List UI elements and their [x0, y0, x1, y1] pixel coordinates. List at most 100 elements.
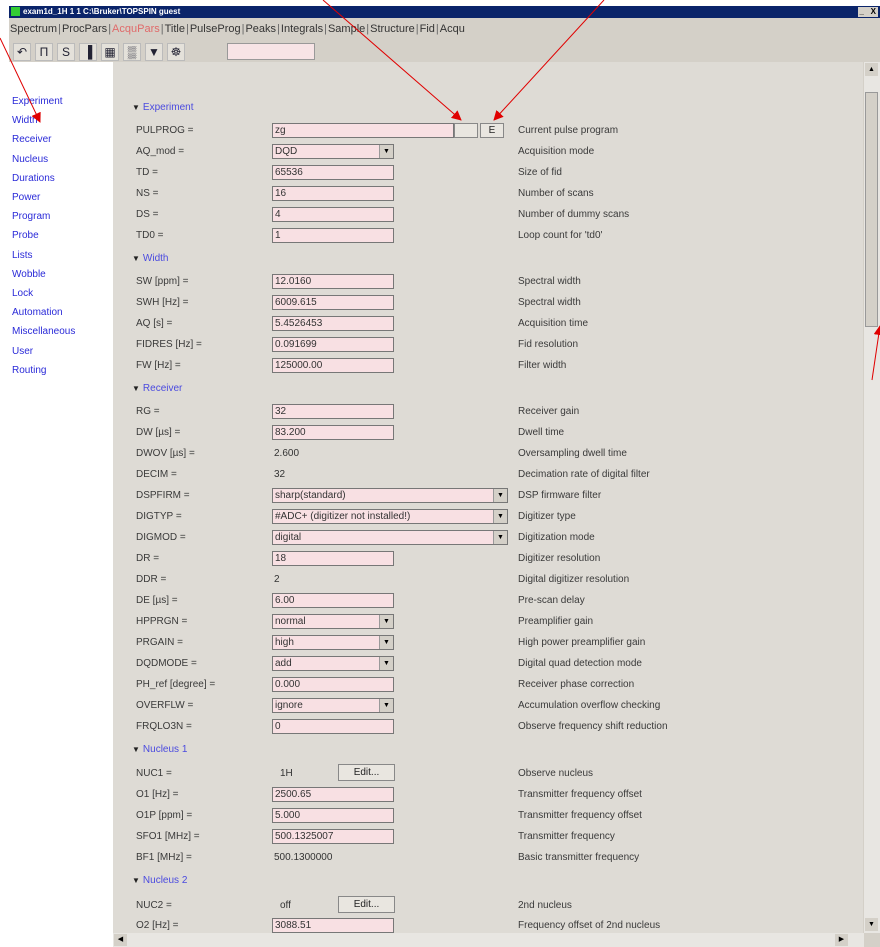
nuc2-value: off [280, 900, 291, 911]
aq-mod-select[interactable]: DQD ▼ [272, 144, 394, 159]
nav-item-routing[interactable]: Routing [12, 365, 46, 376]
probe-icon[interactable]: ▐ [79, 43, 97, 61]
overflw-select[interactable]: ignore ▼ [272, 698, 394, 713]
pulprog-browse-button[interactable] [454, 123, 478, 138]
param-desc-rg: Receiver gain [518, 406, 580, 417]
swh-field[interactable]: 6009.615 [272, 295, 394, 310]
table-icon[interactable]: ▦ [101, 43, 119, 61]
rg-field[interactable]: 32 [272, 404, 394, 419]
pulprog-edit-button[interactable]: E [480, 123, 504, 138]
param-label-dr: DR = [136, 553, 160, 564]
nuc1-edit-button[interactable]: Edit... [338, 764, 395, 781]
prosol-icon[interactable]: ▒ [123, 43, 141, 61]
hpprgn-select[interactable]: normal ▼ [272, 614, 394, 629]
filter-icon[interactable]: ▼ [145, 43, 163, 61]
param-label-hpprgn: HPPRGN = [136, 616, 188, 627]
param-desc-bf1: Basic transmitter frequency [518, 852, 640, 863]
dqdmode-select[interactable]: add ▼ [272, 656, 394, 671]
tab-procpars[interactable]: ProcPars [61, 23, 108, 35]
pulse-icon[interactable]: Π [35, 43, 53, 61]
tab-title[interactable]: Title [164, 23, 186, 35]
nav-item-durations[interactable]: Durations [12, 173, 55, 184]
expand-triangle-icon: ▼ [132, 384, 140, 393]
nav-item-nucleus[interactable]: Nucleus [12, 154, 48, 165]
tab-structure[interactable]: Structure [369, 23, 416, 35]
tab-spectrum[interactable]: Spectrum [9, 23, 58, 35]
section-nucleus-1[interactable]: ▼ Nucleus 1 [132, 744, 187, 755]
scroll-left-icon[interactable]: ◀ [114, 934, 127, 946]
nav-item-receiver[interactable]: Receiver [12, 134, 51, 145]
o2-field[interactable]: 3088.51 [272, 918, 394, 933]
pulprog-field[interactable]: zg [272, 123, 454, 138]
ph-ref-field[interactable]: 0.000 [272, 677, 394, 692]
nav-item-width[interactable]: Width [12, 115, 38, 126]
param-label-overflw: OVERFLW = [136, 700, 194, 711]
dropdown-arrow-icon[interactable]: ▼ [493, 489, 507, 502]
binoculars-icon[interactable]: ☸ [167, 43, 185, 61]
window-controls[interactable]: _ X [857, 7, 878, 17]
scroll-down-icon[interactable]: ▼ [865, 918, 878, 931]
dropdown-arrow-icon[interactable]: ▼ [379, 145, 393, 158]
nav-item-power[interactable]: Power [12, 192, 40, 203]
horizontal-scrollbar[interactable]: ◀ ▶ [113, 933, 864, 947]
dropdown-arrow-icon[interactable]: ▼ [379, 699, 393, 712]
td-field[interactable]: 65536 [272, 165, 394, 180]
dr-field[interactable]: 18 [272, 551, 394, 566]
sfo1-field[interactable]: 500.1325007 [272, 829, 394, 844]
dspfirm-select[interactable]: sharp(standard) ▼ [272, 488, 508, 503]
param-label-digmod: DIGMOD = [136, 532, 186, 543]
param-label-fidres: FIDRES [Hz] = [136, 339, 202, 350]
digtyp-select[interactable]: #ADC+ (digitizer not installed!) ▼ [272, 509, 508, 524]
dropdown-arrow-icon[interactable]: ▼ [379, 615, 393, 628]
de-field[interactable]: 6.00 [272, 593, 394, 608]
tab-integrals[interactable]: Integrals [280, 23, 324, 35]
tab-acqu[interactable]: Acqu [439, 23, 466, 35]
dw-field[interactable]: 83.200 [272, 425, 394, 440]
aq-field[interactable]: 5.4526453 [272, 316, 394, 331]
nav-item-probe[interactable]: Probe [12, 230, 39, 241]
fw-field[interactable]: 125000.00 [272, 358, 394, 373]
section-receiver[interactable]: ▼ Receiver [132, 383, 182, 394]
nav-item-lock[interactable]: Lock [12, 288, 33, 299]
tab-sample[interactable]: Sample [327, 23, 366, 35]
o1-field[interactable]: 2500.65 [272, 787, 394, 802]
sw-field[interactable]: 12.0160 [272, 274, 394, 289]
nav-item-lists[interactable]: Lists [12, 250, 33, 261]
tab-fid[interactable]: Fid [419, 23, 436, 35]
scroll-up-icon[interactable]: ▲ [865, 63, 878, 76]
section-experiment[interactable]: ▼ Experiment [132, 102, 194, 113]
o1p-field[interactable]: 5.000 [272, 808, 394, 823]
nav-item-miscellaneous[interactable]: Miscellaneous [12, 326, 75, 337]
digmod-select[interactable]: digital ▼ [272, 530, 508, 545]
undo-icon[interactable]: ↶ [13, 43, 31, 61]
nav-item-program[interactable]: Program [12, 211, 50, 222]
nav-item-automation[interactable]: Automation [12, 307, 63, 318]
nav-item-experiment[interactable]: Experiment [12, 96, 63, 107]
nuc2-edit-button[interactable]: Edit... [338, 896, 395, 913]
frqlo3n-field[interactable]: 0 [272, 719, 394, 734]
fidres-field[interactable]: 0.091699 [272, 337, 394, 352]
scroll-right-icon[interactable]: ▶ [835, 934, 848, 946]
param-desc-de: Pre-scan delay [518, 595, 585, 606]
param-label-td0: TD0 = [136, 230, 164, 241]
dropdown-arrow-icon[interactable]: ▼ [493, 510, 507, 523]
dropdown-arrow-icon[interactable]: ▼ [379, 657, 393, 670]
dropdown-arrow-icon[interactable]: ▼ [379, 636, 393, 649]
s-icon[interactable]: S [57, 43, 75, 61]
ns-field[interactable]: 16 [272, 186, 394, 201]
nav-item-user[interactable]: User [12, 346, 33, 357]
section-width[interactable]: ▼ Width [132, 253, 168, 264]
tab-pulseprog[interactable]: PulseProg [189, 23, 242, 35]
vertical-scrollbar[interactable]: ▲ ▼ [864, 62, 880, 933]
dropdown-arrow-icon[interactable]: ▼ [493, 531, 507, 544]
prgain-select[interactable]: high ▼ [272, 635, 394, 650]
tab-peaks[interactable]: Peaks [244, 23, 277, 35]
nav-item-wobble[interactable]: Wobble [12, 269, 46, 280]
td0-field[interactable]: 1 [272, 228, 394, 243]
ds-field[interactable]: 4 [272, 207, 394, 222]
scroll-thumb[interactable] [865, 92, 878, 327]
param-desc-ph-ref: Receiver phase correction [518, 679, 635, 690]
section-nucleus-2[interactable]: ▼ Nucleus 2 [132, 875, 187, 886]
toolbar-search-input[interactable] [227, 43, 315, 60]
tab-acqupars[interactable]: AcquPars [111, 23, 161, 35]
